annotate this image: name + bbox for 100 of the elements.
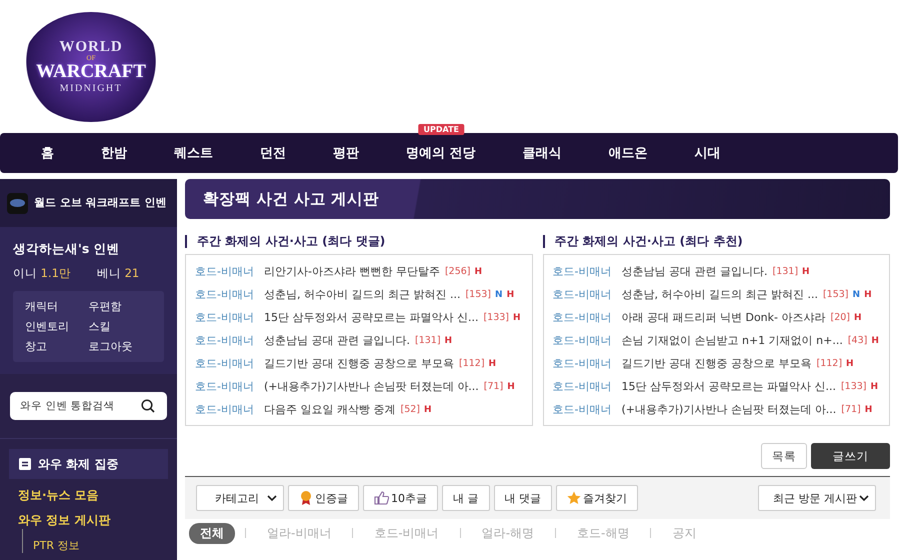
comment-count: [112] [816, 358, 842, 369]
nav-link[interactable]: 클래식 [508, 144, 577, 162]
hot-label: H [513, 312, 521, 322]
comment-count: [71] [484, 381, 504, 392]
star-icon [567, 491, 581, 505]
user-menu-link[interactable]: 로그아웃 [88, 339, 152, 354]
filter-button[interactable]: 내 글 [442, 485, 490, 511]
sidebar-sublink[interactable]: PTR 정보 [22, 529, 80, 553]
search-icon[interactable] [141, 399, 155, 413]
hot-label: H [802, 266, 810, 276]
new-label: N [495, 290, 503, 300]
list-heading: 주간 화제의 사건·사고 (최다 댓글) [185, 235, 532, 248]
post-category[interactable]: 호드-비매너 [552, 310, 612, 325]
chevron-down-icon [859, 494, 869, 502]
category-tab[interactable]: 전체 [189, 522, 235, 544]
thumbs-up-icon [374, 491, 389, 505]
user-stat: 이니 1.1만 [13, 266, 71, 281]
comment-count: [133] [840, 381, 867, 392]
category-select[interactable]: 카테고리 [196, 485, 284, 511]
hot-label: H [864, 404, 872, 414]
user-menu-link[interactable]: 스킬 [88, 319, 152, 334]
comment-count: [256] [444, 266, 470, 277]
comment-count: [112] [458, 358, 485, 369]
nav-link[interactable]: 퀘스트 [159, 144, 228, 162]
comment-count: [153] [465, 289, 492, 300]
nav-link[interactable]: 시대 [680, 144, 736, 162]
filter-button[interactable]: 인증글 [288, 485, 359, 511]
post-title[interactable]: 아래 공대 패드리퍼 닉변 Donk- 아즈샤라 [621, 310, 826, 325]
post-title[interactable]: 손님 기재없이 손님받고 n+1 기재없이 n+... [621, 333, 843, 348]
search-field[interactable]: 와우 인벤 통합검색 [10, 392, 167, 420]
recent-boards-select[interactable]: 최근 방문 게시판 [758, 485, 876, 511]
filter-button[interactable]: 내 댓글 [494, 485, 552, 511]
medal-icon [299, 490, 313, 506]
comment-count: [71] [841, 404, 861, 415]
user-menu-link[interactable]: 인벤토리 [25, 319, 88, 334]
post-category[interactable]: 호드-비매너 [195, 402, 254, 417]
comment-count: [131] [414, 335, 441, 346]
hot-label: H [864, 290, 872, 300]
post-title[interactable]: 리안기사-아즈샤라 뻔뻔한 무단탈주 [264, 264, 440, 279]
list-button[interactable]: 목록 [761, 443, 807, 469]
chevron-down-icon [267, 494, 277, 502]
new-label: N [852, 290, 860, 300]
hot-label: H [854, 312, 862, 322]
site-logo-icon[interactable] [7, 192, 28, 214]
post-title[interactable]: 성춘님, 허수아비 길드의 최근 밝혀진 ... [264, 287, 460, 302]
nav-link[interactable]: 던전 [245, 144, 301, 162]
comment-count: [20] [830, 312, 850, 323]
post-title[interactable]: 15단 삼두정와서 공략모르는 파멸악사 신... [264, 310, 478, 325]
nav-link[interactable]: 한밤 [86, 144, 142, 162]
comment-count: [153] [822, 289, 849, 300]
post-title[interactable]: 15단 삼두정와서 공략모르는 파멸악사 신... [621, 379, 836, 394]
user-menu-link[interactable]: 캐릭터 [25, 299, 88, 314]
hot-label: H [846, 358, 854, 368]
post-category[interactable]: 호드-비매너 [195, 379, 254, 394]
user-stat: 베니 21 [96, 266, 140, 281]
post-category[interactable]: 호드-비매너 [195, 264, 254, 279]
sidebar-link[interactable]: 정보·뉴스 모음 [0, 479, 99, 504]
nav-link[interactable]: 홈 [26, 144, 69, 162]
hot-label: H [506, 290, 514, 300]
post-title[interactable]: (+내용추가)기사반나 손님팟 터졌는데 아... [621, 402, 836, 417]
comment-count: [133] [483, 312, 510, 323]
post-title[interactable]: (+내용추가)기사반나 손님팟 터졌는데 아... [264, 379, 479, 394]
filter-button[interactable]: 즐겨찾기 [556, 485, 638, 511]
post-title[interactable]: 다음주 일요일 캐삭빵 중계 [264, 402, 396, 417]
post-category[interactable]: 호드-비매너 [552, 287, 612, 302]
post-title[interactable]: 길드기반 공대 진행중 공창으로 부모욕 [621, 356, 812, 371]
post-category[interactable]: 호드-비매너 [195, 333, 254, 348]
write-button[interactable]: 글쓰기 [811, 443, 890, 469]
nav-link[interactable]: 애드온 [594, 144, 663, 162]
hot-label: H [488, 358, 496, 368]
sidebar-link[interactable]: 와우 정보 게시판 [0, 504, 110, 529]
post-category[interactable]: 호드-비매너 [195, 310, 254, 325]
nav-link[interactable]: 평판 [318, 144, 374, 162]
post-title[interactable]: 길드기반 공대 진행중 공창으로 부모욕 [264, 356, 454, 371]
post-category[interactable]: 호드-비매너 [552, 333, 612, 348]
post-category[interactable]: 호드-비매너 [552, 379, 612, 394]
hot-label: H [444, 336, 452, 346]
board-title: 확장팩 사건 사고 게시판 [203, 188, 380, 210]
list-heading: 주간 화제의 사건·사고 (최다 추천) [542, 235, 890, 248]
user-menu-link[interactable]: 우편함 [88, 299, 152, 314]
post-category[interactable]: 호드-비매너 [195, 287, 254, 302]
post-title[interactable]: 성춘남님 공대 관련 글입니다. [264, 333, 410, 348]
update-badge: UPDATE [418, 124, 464, 135]
hot-label: H [474, 266, 482, 276]
post-category[interactable]: 호드-비매너 [552, 402, 612, 417]
post-category[interactable]: 호드-비매너 [552, 356, 612, 371]
post-category[interactable]: 호드-비매너 [552, 264, 612, 279]
hot-label: H [871, 336, 879, 346]
nav-link[interactable]: 명예의 전당 [391, 144, 491, 162]
section-title: 와우 화제 집중 [38, 456, 118, 472]
filter-button[interactable]: 10추글 [363, 485, 438, 511]
post-title[interactable]: 성춘남님 공대 관련 글입니다. [621, 264, 768, 279]
user-menu-link[interactable]: 창고 [25, 339, 88, 354]
hot-label: H [870, 382, 878, 392]
hot-label: H [424, 404, 432, 414]
post-title[interactable]: 성춘남, 허수아비 길드의 최근 밝혀진 ... [621, 287, 818, 302]
user-name: 생각하는새's 인벤 [13, 241, 121, 258]
post-category[interactable]: 호드-비매너 [195, 356, 254, 371]
hot-label: H [507, 382, 515, 392]
comment-count: [43] [848, 335, 868, 346]
